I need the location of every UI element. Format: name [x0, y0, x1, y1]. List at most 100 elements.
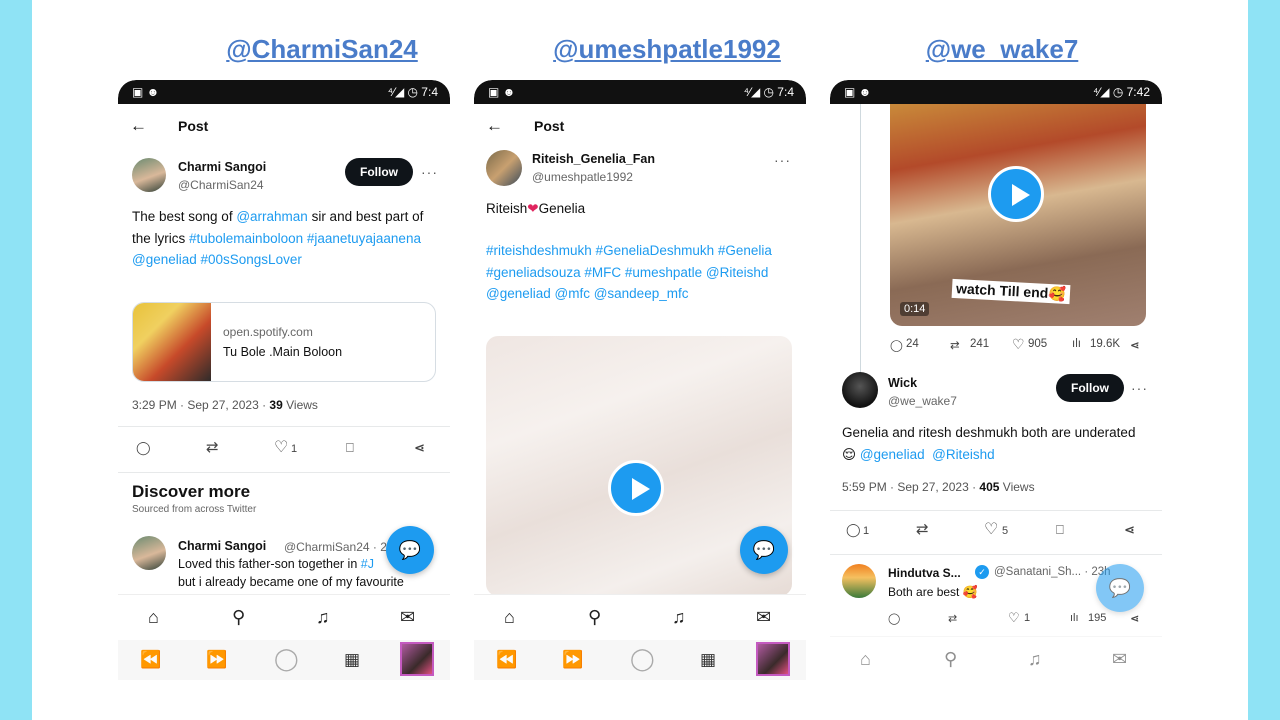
reply-author-handle[interactable]: @CharmiSan24 · 2 — [284, 540, 387, 554]
share-icon[interactable]: ⋖ — [414, 440, 425, 456]
compose-button[interactable]: 💬 — [386, 526, 434, 574]
reply-icon[interactable]: ◯ — [890, 338, 903, 352]
notifications-icon[interactable]: ♫ — [1028, 649, 1042, 670]
notifications-icon[interactable]: ♫ — [316, 607, 330, 628]
link-preview-card[interactable]: open.spotify.com Tu Bole .Main Boloon — [132, 302, 436, 382]
messages-icon[interactable]: ✉ — [1112, 649, 1127, 670]
phone-screen-1: ▣ ☻ ⁴⁄◢ ◷ 7:4 ← Post Charmi Sangoi @Char… — [118, 80, 450, 690]
compose-button[interactable]: 💬 — [740, 526, 788, 574]
status-clock: ⁴⁄◢ ◷ 7:42 — [1093, 85, 1150, 99]
reply-text-part: Loved this father-son together in — [178, 557, 361, 571]
like-icon[interactable]: ♡ — [1012, 336, 1025, 353]
retweet-icon[interactable]: ⇄ — [916, 520, 929, 538]
reply-text-line: Loved this father-son together in #J — [178, 557, 374, 571]
retweet-icon[interactable]: ⇄ — [948, 612, 957, 625]
gift-icon[interactable]: ▦ — [700, 650, 716, 670]
back-arrow-icon[interactable]: ← — [486, 116, 503, 136]
play-button[interactable] — [988, 166, 1044, 222]
mention-link[interactable]: @Riteishd — [932, 447, 994, 462]
rewind-icon[interactable]: ⏪ — [140, 650, 161, 670]
avatar[interactable] — [842, 564, 876, 598]
hashtag-link[interactable]: #J — [361, 557, 374, 571]
author-handle[interactable]: @we_wake7 — [888, 394, 957, 408]
play-button[interactable] — [608, 460, 664, 516]
reply-text-line: but i already became one of my favourite — [178, 575, 404, 589]
mention-link[interactable]: @geneliad — [860, 447, 925, 462]
like-icon[interactable]: ♡ — [1008, 610, 1020, 626]
search-icon[interactable]: ⚲ — [232, 607, 245, 628]
reply-icon[interactable]: ◯ — [888, 612, 900, 625]
follow-button[interactable]: Follow — [345, 158, 413, 186]
reply-author-handle[interactable]: @Sanatani_Sh... · 23h — [994, 566, 1111, 578]
messages-icon[interactable]: ✉ — [756, 607, 771, 628]
hashtag-links[interactable]: #riteishdeshmukh #GeneliaDeshmukh #Genel… — [486, 240, 786, 305]
bookmark-icon[interactable]: ⎕ — [1056, 522, 1064, 538]
post-timestamp: 3:29 PM · Sep 27, 2023 · 39 Views — [132, 398, 318, 412]
avatar[interactable] — [842, 372, 878, 408]
author-name[interactable]: Riteish_Genelia_Fan — [532, 152, 655, 166]
author-handle[interactable]: @umeshpatle1992 — [532, 170, 633, 184]
retweet-icon[interactable]: ⇄ — [206, 438, 219, 456]
notifications-icon[interactable]: ♫ — [672, 607, 686, 628]
search-icon[interactable]: ⚲ — [944, 649, 957, 670]
status-icons-left: ▣ ☻ — [844, 85, 872, 99]
home-icon[interactable]: ⌂ — [148, 607, 159, 628]
follow-button[interactable]: Follow — [1056, 374, 1124, 402]
more-options-icon[interactable]: ··· — [421, 164, 438, 180]
messages-icon[interactable]: ✉ — [400, 607, 415, 628]
like-count: 1 — [291, 443, 298, 455]
page: @CharmiSan24 ▣ ☻ ⁴⁄◢ ◷ 7:4 ← Post Charmi… — [32, 0, 1248, 720]
video-player[interactable]: watch Till end🥰 0:14 — [890, 104, 1146, 326]
avatar[interactable] — [132, 536, 166, 570]
profile-thumbnail[interactable] — [400, 642, 434, 676]
bookmark-icon[interactable]: ⎕ — [346, 440, 354, 456]
reply-icon[interactable]: ◯ — [846, 522, 861, 538]
gift-icon[interactable]: ▦ — [344, 650, 360, 670]
post-text: The best song of @arrahman sir and best … — [132, 206, 432, 271]
share-icon[interactable]: ⋖ — [1130, 338, 1140, 352]
mention-link[interactable]: @arrahman — [236, 209, 307, 224]
views-icon[interactable]: ılı — [1070, 612, 1079, 624]
share-icon[interactable]: ⋖ — [1130, 612, 1139, 625]
search-icon[interactable]: ⚲ — [588, 607, 601, 628]
avatar[interactable] — [132, 158, 166, 192]
forward-icon[interactable]: ⏩ — [562, 650, 583, 670]
home-icon[interactable]: ⌂ — [504, 607, 515, 628]
column-title-1[interactable]: @CharmiSan24 — [152, 34, 492, 65]
rewind-icon[interactable]: ⏪ — [496, 650, 517, 670]
like-icon[interactable]: ♡ — [984, 519, 998, 539]
page-title: Post — [178, 118, 209, 134]
reply-author-name[interactable]: Hindutva S... — [888, 566, 961, 580]
author-handle[interactable]: @CharmiSan24 — [178, 178, 264, 192]
more-options-icon[interactable]: ··· — [1131, 380, 1148, 396]
more-options-icon[interactable]: ··· — [774, 152, 791, 168]
reply-icon[interactable]: ◯ — [136, 440, 151, 456]
page-title: Post — [534, 118, 565, 134]
author-name[interactable]: Wick — [888, 376, 917, 390]
column-title-3[interactable]: @we_wake7 — [832, 34, 1172, 65]
like-icon[interactable]: ♡ — [274, 437, 288, 457]
reply-author-name[interactable]: Charmi Sangoi — [178, 539, 266, 553]
forward-icon[interactable]: ⏩ — [206, 650, 227, 670]
action-bar: ◯ 1 ⇄ ♡ 5 ⎕ ⋖ — [830, 519, 1162, 546]
reply-text: Both are best 🥰 — [888, 585, 978, 599]
views-icon[interactable]: ılı — [1072, 338, 1081, 350]
avatar[interactable] — [486, 150, 522, 186]
loading-circle-icon[interactable]: ◯ — [630, 646, 655, 672]
profile-thumbnail[interactable] — [756, 642, 790, 676]
back-arrow-icon[interactable]: ← — [130, 116, 147, 136]
share-icon[interactable]: ⋖ — [1124, 522, 1135, 538]
post-text: Genelia and ritesh deshmukh both are und… — [842, 422, 1142, 465]
status-bar: ▣ ☻ ⁴⁄◢ ◷ 7:4 — [474, 80, 806, 104]
retweet-icon[interactable]: ⇄ — [950, 338, 960, 352]
column-title-2[interactable]: @umeshpatle1992 — [497, 34, 837, 65]
author-name[interactable]: Charmi Sangoi — [178, 160, 266, 174]
post-text-part: Genelia — [538, 201, 586, 216]
home-icon[interactable]: ⌂ — [860, 649, 871, 670]
status-bar: ▣ ☻ ⁴⁄◢ ◷ 7:4 — [118, 80, 450, 104]
compose-button[interactable]: 💬 — [1096, 564, 1144, 612]
post-text-part: The best song of — [132, 209, 237, 224]
loading-circle-icon[interactable]: ◯ — [274, 646, 299, 672]
discover-subtitle: Sourced from across Twitter — [132, 504, 257, 515]
video-caption: watch Till end🥰 — [951, 278, 1071, 305]
